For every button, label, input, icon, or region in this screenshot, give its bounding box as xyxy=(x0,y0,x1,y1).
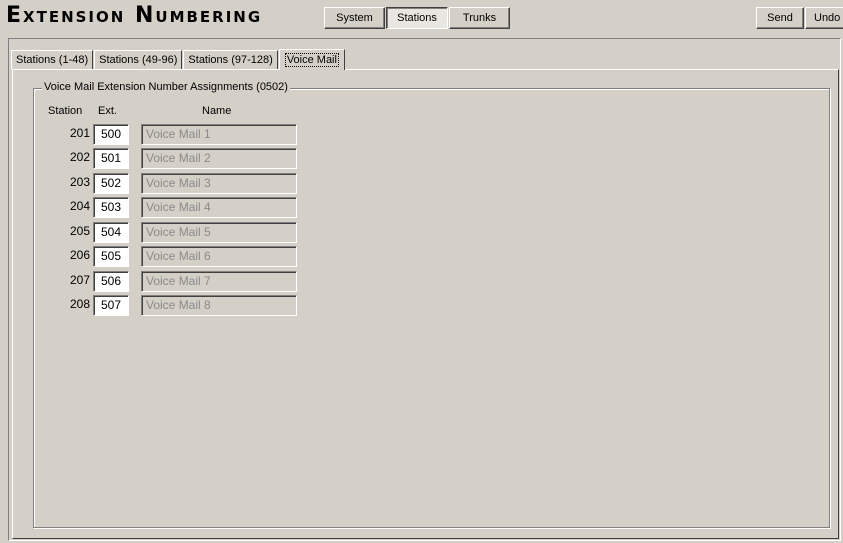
station-row: 201 500 Voice Mail 1 xyxy=(34,123,334,145)
header-bar: Extension Numbering System Stations Trun… xyxy=(0,0,843,32)
ext-field[interactable]: 503 xyxy=(93,197,129,218)
name-field: Voice Mail 5 xyxy=(141,222,297,243)
station-number: 205 xyxy=(69,224,90,238)
station-row: 202 501 Voice Mail 2 xyxy=(34,147,334,169)
trunks-button[interactable]: Trunks xyxy=(449,7,510,29)
column-header-station: Station xyxy=(48,105,83,117)
station-row: 203 502 Voice Mail 3 xyxy=(34,172,334,194)
tab-stations-49-96[interactable]: Stations (49-96) xyxy=(94,50,183,69)
tab-panel-voice-mail: Voice Mail Extension Number Assignments … xyxy=(12,69,839,539)
ext-field[interactable]: 504 xyxy=(93,222,129,243)
app-title: Extension Numbering xyxy=(6,3,263,28)
name-field: Voice Mail 4 xyxy=(141,197,297,218)
station-row: 204 503 Voice Mail 4 xyxy=(34,196,334,218)
station-row: 207 506 Voice Mail 7 xyxy=(34,270,334,292)
ext-field[interactable]: 506 xyxy=(93,271,129,292)
station-number: 202 xyxy=(69,150,90,164)
ext-field[interactable]: 507 xyxy=(93,295,129,316)
station-number: 203 xyxy=(69,175,90,189)
ext-field[interactable]: 500 xyxy=(93,124,129,145)
station-number: 208 xyxy=(69,297,90,311)
name-field: Voice Mail 8 xyxy=(141,295,297,316)
ext-field[interactable]: 502 xyxy=(93,173,129,194)
tab-stations-97-128[interactable]: Stations (97-128) xyxy=(183,50,278,69)
tab-stations-1-48[interactable]: Stations (1-48) xyxy=(11,50,94,69)
station-row: 205 504 Voice Mail 5 xyxy=(34,221,334,243)
ext-field[interactable]: 505 xyxy=(93,246,129,267)
send-button[interactable]: Send xyxy=(756,7,804,29)
name-field: Voice Mail 1 xyxy=(141,124,297,145)
stations-button[interactable]: Stations xyxy=(386,7,448,29)
system-button[interactable]: System xyxy=(324,7,385,29)
name-field: Voice Mail 3 xyxy=(141,173,297,194)
voice-mail-groupbox: Voice Mail Extension Number Assignments … xyxy=(33,81,830,528)
column-header-name: Name xyxy=(202,105,232,117)
column-header-ext: Ext. xyxy=(98,105,117,117)
station-number: 204 xyxy=(69,199,90,213)
station-number: 201 xyxy=(69,126,90,140)
name-field: Voice Mail 2 xyxy=(141,148,297,169)
ext-field[interactable]: 501 xyxy=(93,148,129,169)
name-field: Voice Mail 7 xyxy=(141,271,297,292)
station-number: 206 xyxy=(69,248,90,262)
station-row: 208 507 Voice Mail 8 xyxy=(34,294,334,316)
tab-strip: Stations (1-48) Stations (49-96) Station… xyxy=(11,48,346,70)
tab-voice-mail-label: Voice Mail xyxy=(284,53,339,67)
tab-voice-mail[interactable]: Voice Mail xyxy=(278,49,345,70)
station-number: 207 xyxy=(69,273,90,287)
name-field: Voice Mail 6 xyxy=(141,246,297,267)
undo-button[interactable]: Undo xyxy=(805,7,843,29)
groupbox-title: Voice Mail Extension Number Assignments … xyxy=(42,81,290,93)
station-row: 206 505 Voice Mail 6 xyxy=(34,245,334,267)
